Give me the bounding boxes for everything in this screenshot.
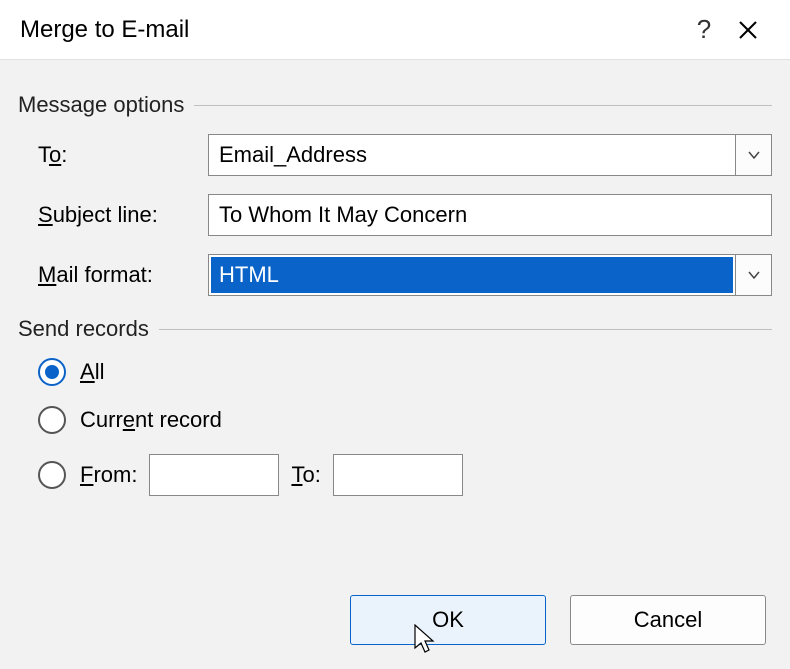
radio-from[interactable] xyxy=(38,461,66,489)
divider xyxy=(194,105,772,106)
chevron-down-icon xyxy=(747,268,761,282)
group-header: Message options xyxy=(18,92,772,118)
mail-format-combobox[interactable]: HTML xyxy=(208,254,772,296)
mail-format-value: HTML xyxy=(211,257,733,293)
row-mail-format: Mail format: HTML xyxy=(18,254,772,296)
subject-input[interactable] xyxy=(208,194,772,236)
row-subject: Subject line: xyxy=(18,194,772,236)
ok-button[interactable]: OK xyxy=(350,595,546,645)
label-to: To: xyxy=(38,142,208,168)
group-message-options: Message options To: Email_Address Subjec… xyxy=(18,92,772,296)
chevron-down-icon xyxy=(747,148,761,162)
group-title-send: Send records xyxy=(18,316,159,342)
group-send-records: Send records All Current record From: To… xyxy=(18,316,772,496)
radio-row-from: From: To: xyxy=(18,454,772,496)
group-header: Send records xyxy=(18,316,772,342)
to-input[interactable] xyxy=(333,454,463,496)
from-input[interactable] xyxy=(149,454,279,496)
label-subject: Subject line: xyxy=(38,202,208,228)
divider xyxy=(159,329,772,330)
dialog-body: Message options To: Email_Address Subjec… xyxy=(0,60,790,496)
radio-all[interactable] xyxy=(38,358,66,386)
close-icon xyxy=(738,20,758,40)
radio-label-from[interactable]: From: xyxy=(80,462,137,488)
help-button[interactable]: ? xyxy=(682,14,726,45)
to-combobox-value: Email_Address xyxy=(209,135,735,175)
dialog-footer: OK Cancel xyxy=(350,595,766,645)
close-button[interactable] xyxy=(726,20,770,40)
radio-label-current[interactable]: Current record xyxy=(80,407,222,433)
mail-format-dropdown-button[interactable] xyxy=(735,255,771,295)
row-to: To: Email_Address xyxy=(18,134,772,176)
subject-field-wrap xyxy=(208,194,772,236)
group-title-message: Message options xyxy=(18,92,194,118)
titlebar: Merge to E-mail ? xyxy=(0,0,790,60)
radio-current[interactable] xyxy=(38,406,66,434)
label-mail-format: Mail format: xyxy=(38,262,208,288)
radio-row-current: Current record xyxy=(18,406,772,434)
merge-to-email-dialog: Merge to E-mail ? Message options To: Em… xyxy=(0,0,790,669)
radio-row-all: All xyxy=(18,358,772,386)
to-combobox[interactable]: Email_Address xyxy=(208,134,772,176)
cancel-button[interactable]: Cancel xyxy=(570,595,766,645)
dialog-title: Merge to E-mail xyxy=(20,16,682,44)
to-dropdown-button[interactable] xyxy=(735,135,771,175)
radio-label-all[interactable]: All xyxy=(80,359,104,385)
label-to-range: To: xyxy=(291,462,320,488)
